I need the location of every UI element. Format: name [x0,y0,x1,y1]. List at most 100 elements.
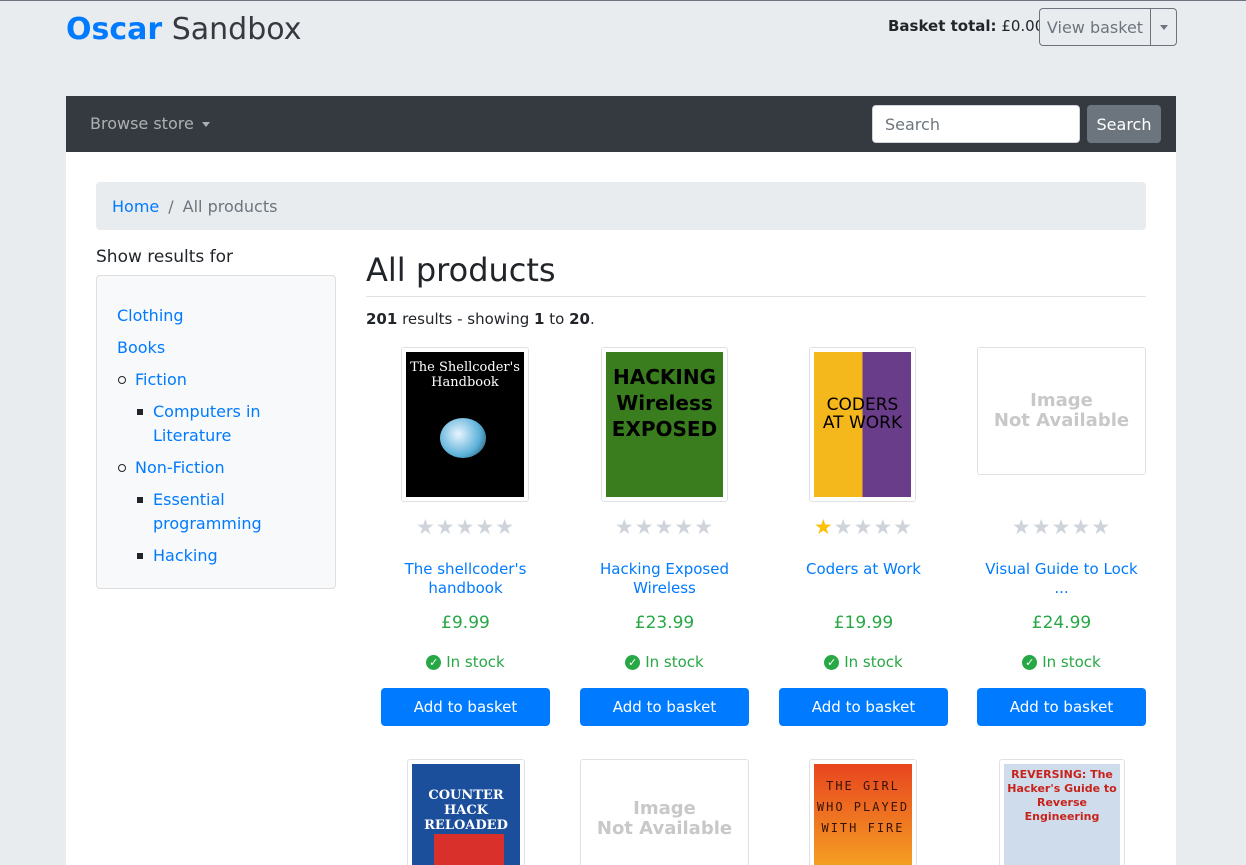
sidebar-item-books[interactable]: Books [117,336,165,360]
brand-logo[interactable]: Oscar Sandbox [66,11,301,49]
list-bullet [118,376,126,384]
product-title: handbook [428,579,503,597]
availability: ✓ In stock [977,652,1146,672]
star-rating: ★★★★★ [977,515,1146,539]
product-title: Coders at Work [806,560,921,578]
star-icon: ★ [475,515,496,539]
product-price: £19.99 [833,613,894,633]
availability: ✓ In stock [580,652,749,672]
basket-dropdown-toggle[interactable] [1150,9,1176,45]
product-title-link[interactable]: Hacking Exposed Wireless [580,560,749,598]
product-image[interactable]: COUNTER HACK RELOADED [407,759,525,865]
add-to-basket-button[interactable]: Add to basket [779,688,948,726]
sidebar-title: Show results for [96,247,234,267]
brand-primary: Oscar [66,12,163,47]
chevron-down-icon [1159,24,1168,30]
check-circle-icon: ✓ [1022,654,1038,670]
availability: ✓ In stock [381,652,550,672]
range-to: to [549,310,565,328]
star-icon: ★ [1011,515,1032,539]
star-icon: ★ [495,515,516,539]
add-to-basket-button[interactable]: Add to basket [580,688,749,726]
star-icon: ★ [634,515,655,539]
star-icon: ★ [873,515,894,539]
breadcrumb: Home / All products [96,182,1146,230]
check-circle-icon: ✓ [426,654,442,670]
browse-store-label: Browse store [90,114,194,133]
results-count: 201 [366,310,398,328]
list-bullet [137,409,143,415]
check-circle-icon: ✓ [625,654,641,670]
product-image[interactable]: THE GIRL WHO PLAYED WITH FIRE [809,759,917,865]
list-bullet [118,464,126,472]
add-to-basket-button[interactable]: Add to basket [977,688,1146,726]
star-icon: ★ [813,515,834,539]
breadcrumb-current: All products [182,196,278,216]
star-icon: ★ [853,515,874,539]
sidebar-item-essential-programming[interactable]: Essential programming [153,488,262,536]
navbar: Browse store Search [66,96,1176,152]
star-icon: ★ [694,515,715,539]
placeholder-text: Not Available [993,410,1130,431]
basket-total-label: Basket total: [888,17,997,35]
cover-title: REVERSING: The Hacker's Guide to Reverse… [1007,768,1117,823]
book-cover: THE GIRL WHO PLAYED WITH FIRE [814,764,912,865]
star-icon: ★ [455,515,476,539]
star-icon: ★ [1051,515,1072,539]
placeholder-text: Image [1030,390,1093,411]
product-image[interactable]: Image Not Available [580,759,749,865]
product-image[interactable]: HACKING Wireless EXPOSED [601,347,728,502]
star-rating: ★★★★★ [779,515,948,539]
cover-title: THE GIRL WHO PLAYED WITH FIRE [816,779,910,835]
chevron-down-icon [201,121,210,127]
product-price: £9.99 [441,613,490,633]
add-to-basket-button[interactable]: Add to basket [381,688,550,726]
page-content: Home / All products Show results for Clo… [66,152,1176,865]
cover-title: HACKING Wireless EXPOSED [611,365,718,441]
view-basket-button[interactable]: View basket [1040,9,1150,45]
range-end: 20 [569,310,590,328]
sidebar-item-hacking[interactable]: Hacking [153,544,218,568]
browse-store-dropdown[interactable]: Browse store [90,114,210,134]
title-divider [366,296,1146,297]
product-image[interactable]: The Shellcoder's Handbook [401,347,529,502]
product-price: £23.99 [634,613,695,633]
product-title: Visual Guide to Lock ... [985,560,1138,597]
product-image[interactable]: CODERS AT WORK [809,347,916,502]
cover-title: CODERS AT WORK [822,395,903,433]
product-title-link[interactable]: Visual Guide to Lock ... [977,560,1146,598]
product-price: £24.99 [1031,613,1092,633]
search-input[interactable] [872,105,1080,143]
product-title-link[interactable]: The shellcoder's handbook [381,560,550,598]
product-image[interactable]: REVERSING: The Hacker's Guide to Reverse… [999,759,1125,865]
view-basket-group: View basket [1039,8,1177,46]
star-icon: ★ [435,515,456,539]
product-image[interactable]: Image Not Available [977,347,1146,475]
sidebar-item-clothing[interactable]: Clothing [117,304,184,328]
star-icon: ★ [1071,515,1092,539]
cover-art [434,834,504,865]
search-button[interactable]: Search [1087,105,1161,143]
cover-title: COUNTER HACK RELOADED [424,788,508,833]
sidebar-item-label: Essential [153,490,225,509]
product-title: Hacking Exposed [600,560,729,578]
book-cover: The Shellcoder's Handbook [406,352,524,497]
basket-total: Basket total: £0.00 [888,16,1044,36]
sidebar-item-fiction[interactable]: Fiction [135,368,187,392]
availability-text: In stock [844,653,903,671]
placeholder-text: Image [633,798,696,819]
star-rating: ★★★★★ [381,515,550,539]
star-icon: ★ [415,515,436,539]
range-start: 1 [534,310,545,328]
availability: ✓ In stock [779,652,948,672]
sidebar-item-non-fiction[interactable]: Non-Fiction [135,456,225,480]
star-icon: ★ [654,515,675,539]
breadcrumb-home[interactable]: Home [112,197,159,216]
product-title: The shellcoder's [404,560,527,578]
sidebar-item-computers-in-literature[interactable]: Computers in Literature [153,400,261,448]
book-cover: COUNTER HACK RELOADED [412,764,520,865]
availability-text: In stock [1042,653,1101,671]
image-placeholder: Image Not Available [585,764,744,865]
product-title-link[interactable]: Coders at Work [779,560,948,579]
check-circle-icon: ✓ [824,654,840,670]
